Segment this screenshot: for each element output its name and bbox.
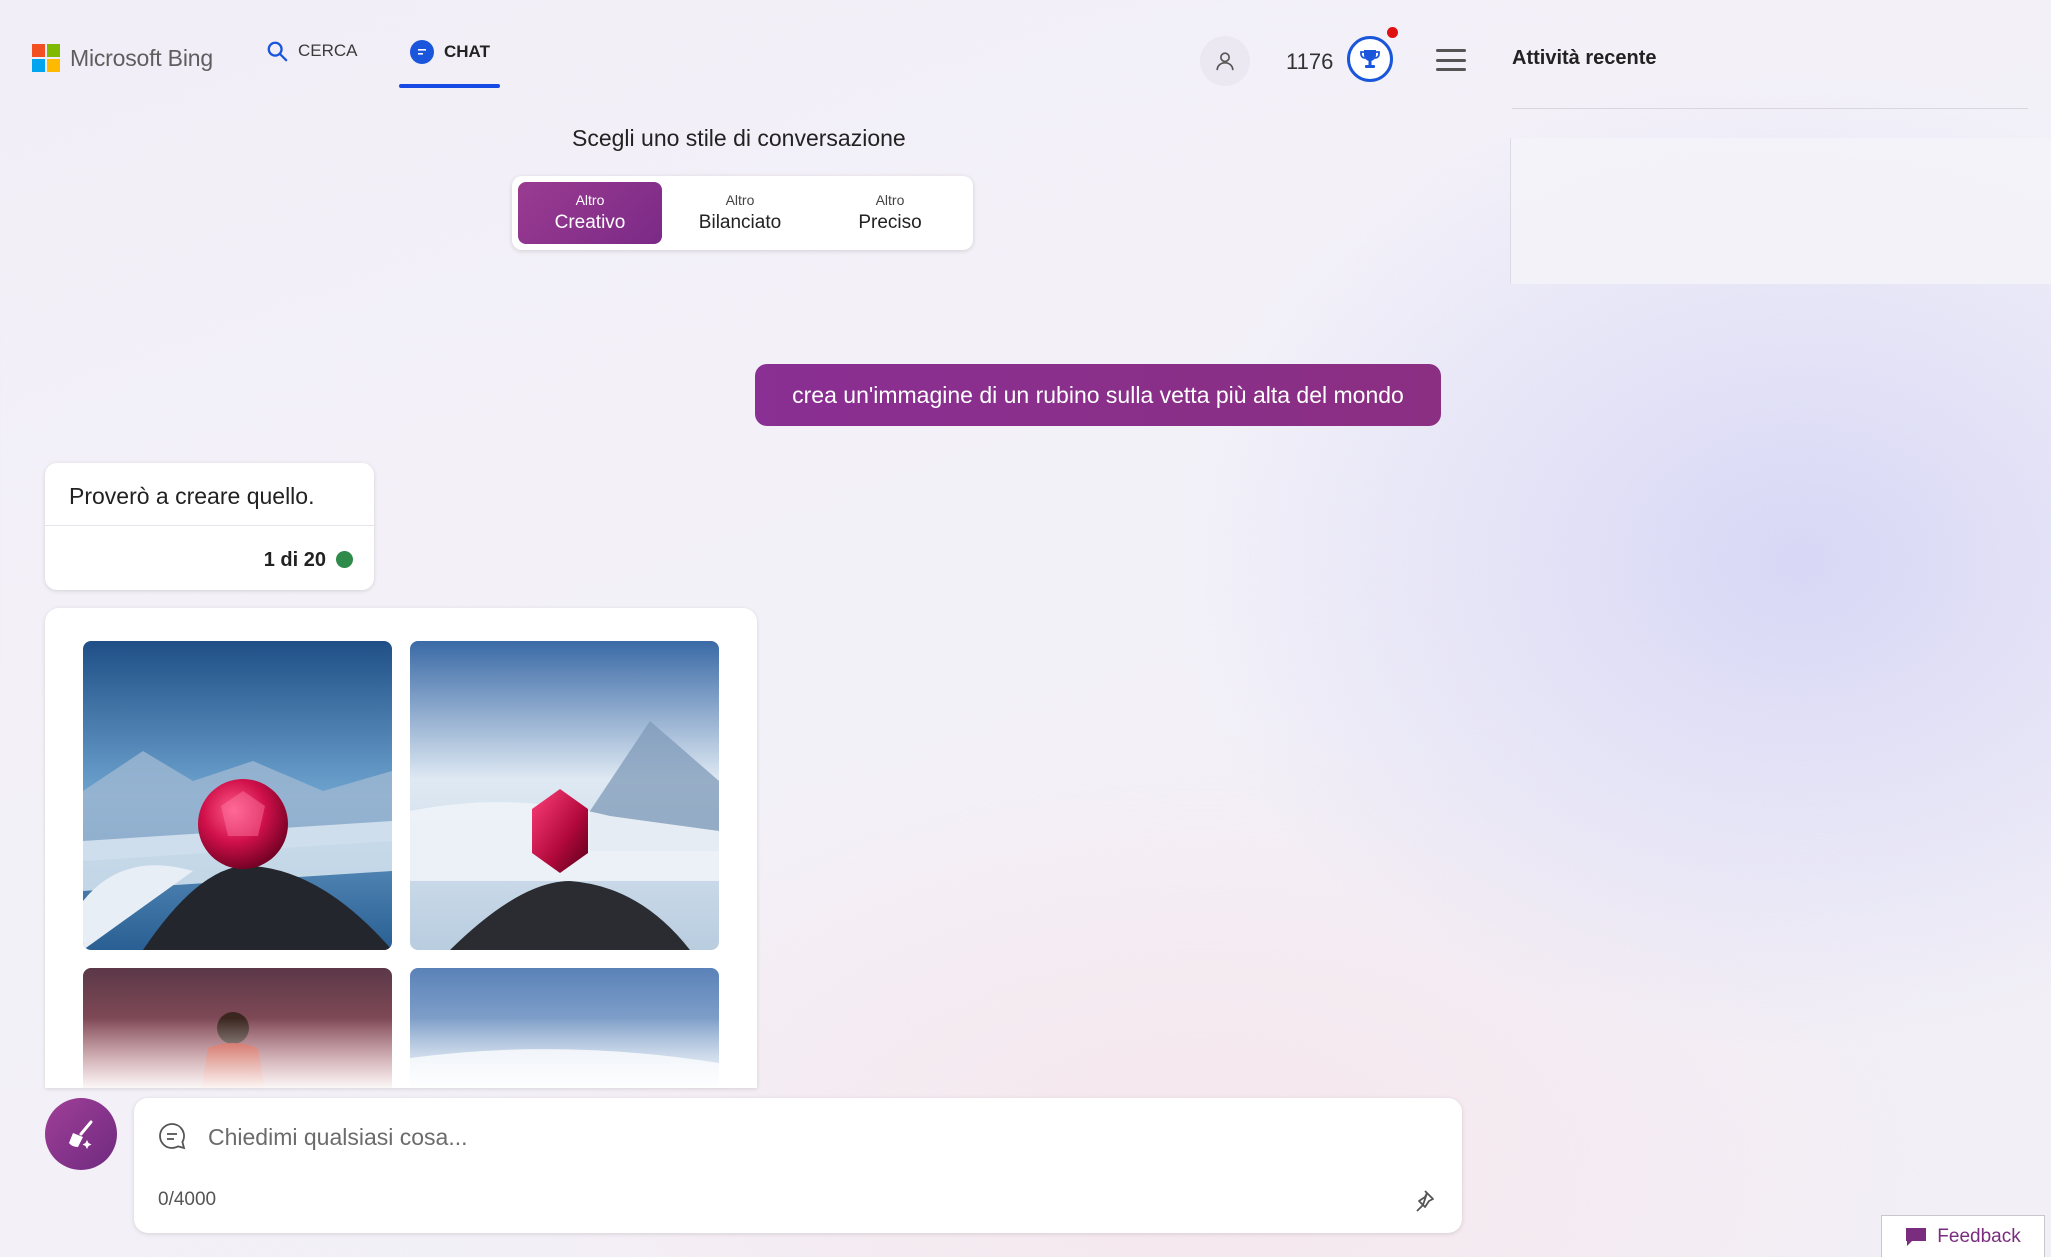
style-option-label: Creativo — [554, 212, 626, 233]
feedback-icon — [1906, 1227, 1927, 1246]
notification-dot — [1387, 27, 1398, 38]
nav-chat-tab[interactable]: CHAT — [410, 40, 490, 64]
chat-input[interactable] — [206, 1116, 1410, 1158]
nav-search-tab[interactable]: CERCA — [266, 40, 358, 62]
hamburger-menu-icon[interactable] — [1436, 49, 1466, 71]
pin-icon — [1416, 1190, 1434, 1212]
card-scroll-fade — [45, 1018, 757, 1088]
nav-chat-label: CHAT — [444, 42, 490, 61]
brand-name: Microsoft Bing — [70, 44, 213, 71]
style-option-sub: Altro — [575, 192, 605, 208]
bing-logo[interactable]: Microsoft Bing — [32, 44, 213, 72]
character-counter: 0/4000 — [158, 1189, 217, 1210]
style-option-sub: Altro — [725, 192, 755, 208]
status-indicator — [336, 551, 353, 568]
trophy-icon — [1360, 50, 1380, 68]
user-profile-button[interactable] — [1200, 36, 1250, 86]
pin-button[interactable] — [1408, 1186, 1438, 1216]
chat-composer: 0/4000 — [134, 1098, 1462, 1233]
user-message: crea un'immagine di un rubino sulla vett… — [755, 364, 1441, 426]
recent-activity-panel — [1510, 138, 2051, 284]
recent-divider — [1512, 108, 2028, 109]
bot-message: Proverò a creare quello. 1 di 20 — [45, 463, 374, 590]
bot-message-divider — [45, 525, 374, 526]
style-option-creative[interactable]: Altro Creativo — [518, 182, 662, 244]
chat-bubble-icon — [410, 40, 434, 64]
generated-image-1[interactable] — [83, 641, 392, 950]
style-option-sub: Altro — [875, 192, 905, 208]
turn-counter: 1 di 20 — [263, 549, 326, 571]
style-option-label: Bilanciato — [698, 212, 782, 233]
conversation-style-selector: Altro Creativo Altro Bilanciato Altro Pr… — [512, 176, 973, 250]
rewards-points[interactable]: 1176 — [1286, 49, 1333, 75]
generated-image-2[interactable] — [410, 641, 719, 950]
broom-icon — [69, 1120, 93, 1149]
recent-activity-title: Attività recente — [1512, 47, 1657, 69]
image-results-card — [45, 608, 757, 1088]
conversation-style-title: Scegli uno stile di conversazione — [572, 125, 906, 151]
nav-search-label: CERCA — [298, 41, 358, 60]
style-option-balanced[interactable]: Altro Bilanciato — [668, 182, 812, 244]
style-option-label: Preciso — [858, 212, 922, 233]
search-icon — [267, 41, 288, 62]
chat-input-icon — [159, 1123, 186, 1150]
new-topic-button[interactable] — [45, 1098, 117, 1170]
user-icon — [1216, 52, 1234, 71]
style-option-precise[interactable]: Altro Preciso — [818, 182, 962, 244]
active-tab-indicator — [399, 84, 500, 88]
feedback-label: Feedback — [1937, 1225, 2021, 1247]
feedback-button[interactable]: Feedback — [1881, 1215, 2045, 1257]
rewards-button[interactable] — [1347, 36, 1393, 82]
microsoft-logo-icon — [32, 44, 60, 72]
bot-message-text: Proverò a creare quello. — [69, 483, 315, 509]
